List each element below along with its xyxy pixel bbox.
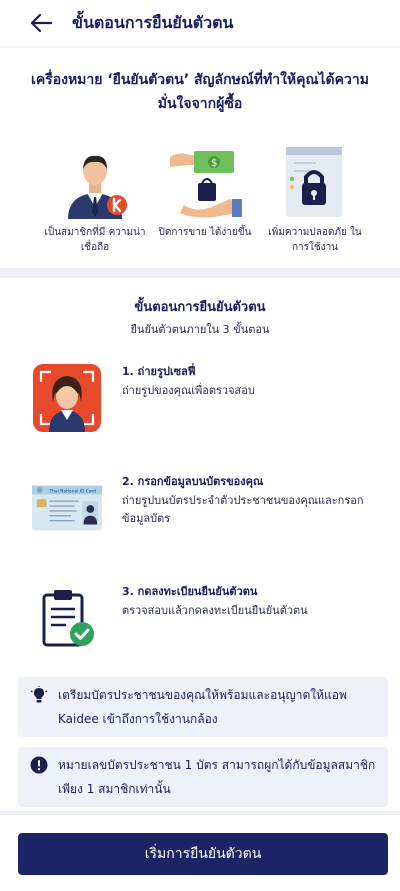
exclamation-icon [30, 756, 48, 774]
step-title: 1. ถ่ายรูปเซลฟี่ [122, 365, 196, 378]
selfie-icon [33, 364, 101, 432]
id-limit-note: หมายเลขบัตรประชาชน 1 บัตร สามารถผูกได้กั… [18, 747, 388, 807]
footer: เริ่มการยืนยันตัวตน [0, 815, 400, 891]
top-bar: ขั้นตอนการยืนยันตัวตน [0, 0, 400, 46]
badge-card: เครื่องหมาย ‘ยืนยันตัวตน’ สัญลักษณ์ที่ทำ… [0, 48, 400, 268]
padlock-icon [286, 147, 342, 217]
steps-title: ขั้นตอนการยืนยันตัวตน [134, 300, 266, 315]
benefits-row: เป็นสมาชิกที่มี ความน่าเชื่อถือ $ ปิดการ… [40, 143, 370, 255]
step-desc: ตรวจสอบแล้วกดลงทะเบียนยืนยันตัวตน [122, 604, 308, 617]
lightbulb-icon [30, 686, 48, 703]
step-register: 3. กดลงทะเบียนยืนยันตัวตน ตรวจสอบแล้วกดล… [32, 584, 372, 652]
benefit-label: เป็นสมาชิกที่มี ความน่าเชื่อถือ [44, 227, 146, 253]
arrow-left-icon [30, 13, 53, 33]
camera-tip-note: เตรียมบัตรประชาชนของคุณให้พร้อมและอนุญาต… [18, 677, 388, 737]
step-desc: ถ่ายรูปบนบัตรประจำตัวประชาชนของคุณและกรอ… [122, 494, 364, 525]
note-text: เตรียมบัตรประชาชนของคุณให้พร้อมและอนุญาต… [58, 688, 347, 726]
step-selfie: 1. ถ่ายรูปเซลฟี่ ถ่ายรูปของคุณเพื่อตรวจส… [32, 364, 372, 432]
badge-title: เครื่องหมาย ‘ยืนยันตัวตน’ สัญลักษณ์ที่ทำ… [31, 72, 369, 112]
start-verification-button[interactable]: เริ่มการยืนยันตัวตน [18, 833, 388, 875]
id-card-heading: Thai National ID Card [49, 488, 97, 494]
note-text: หมายเลขบัตรประชาชน 1 บัตร สามารถผูกได้กั… [58, 758, 376, 796]
trusted-member-icon [68, 155, 127, 219]
clipboard-check-icon [42, 590, 94, 647]
back-button[interactable] [18, 0, 64, 46]
steps-subtitle: ยืนยันตัวตนภายใน 3 ขั้นตอน [130, 323, 270, 336]
svg-text:$: $ [211, 158, 217, 169]
benefit-trusted-member: เป็นสมาชิกที่มี ความน่าเชื่อถือ [40, 143, 150, 255]
benefit-label: เพิ่มความปลอดภัย ในการใช้งาน [268, 227, 362, 253]
id-card-icon: Thai National ID Card [32, 485, 102, 531]
step-title: 2. กรอกข้อมูลบนบัตรของคุณ [122, 475, 264, 488]
page-title: ขั้นตอนการยืนยันตัวตน [72, 12, 234, 32]
benefit-label: ปิดการขาย ได้ง่ายขึ้น [158, 227, 252, 238]
benefit-easy-sale: $ ปิดการขาย ได้ง่ายขึ้น [150, 143, 260, 255]
step-id-card: Thai National ID Card 2. กรอกข้อมูลบนบัต… [32, 474, 372, 542]
step-desc: ถ่ายรูปของคุณเพื่อตรวจสอบ [122, 384, 255, 397]
step-title: 3. กดลงทะเบียนยืนยันตัวตน [122, 585, 258, 598]
benefit-security: เพิ่มความปลอดภัย ในการใช้งาน [260, 143, 370, 255]
money-exchange-icon: $ [170, 151, 242, 218]
steps-card: ขั้นตอนการยืนยันตัวตน ยืนยันตัวตนภายใน 3… [0, 278, 400, 811]
